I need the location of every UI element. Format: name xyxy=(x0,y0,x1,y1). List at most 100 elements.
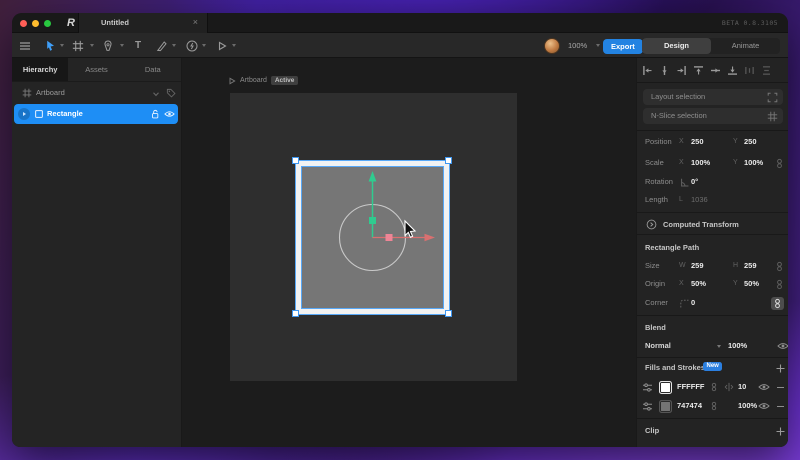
constrain-link-icon[interactable] xyxy=(774,279,785,290)
fill-color-swatch[interactable] xyxy=(659,399,672,413)
select-tool-caret-icon[interactable] xyxy=(60,44,64,47)
desktop-wallpaper: R Untitled × BETA 0.8.3105 T 100% Export… xyxy=(0,0,800,460)
stroke-hex-value[interactable]: FFFFFF xyxy=(677,380,705,394)
artboard-header[interactable]: Artboard Active xyxy=(228,75,299,86)
fill-opacity-input[interactable]: 100% xyxy=(738,399,757,413)
stroke-row[interactable]: FFFFFF 10 xyxy=(637,380,788,394)
size-w-input[interactable]: 259 xyxy=(691,259,704,273)
add-clip-icon[interactable] xyxy=(775,426,786,437)
remove-stroke-icon[interactable] xyxy=(775,382,786,393)
size-h-input[interactable]: 259 xyxy=(744,259,757,273)
canvas-viewport[interactable]: Artboard Active xyxy=(182,58,636,447)
file-tab[interactable]: Untitled × xyxy=(78,13,208,33)
export-button[interactable]: Export xyxy=(603,39,643,54)
tree-item-artboard[interactable]: Artboard xyxy=(12,82,181,104)
corner-input[interactable]: 0 xyxy=(691,296,695,310)
blend-opacity-input[interactable]: 100% xyxy=(728,339,747,353)
blend-mode-dropdown[interactable]: Normal xyxy=(645,339,671,353)
size-label: Size xyxy=(645,261,660,270)
distribute-vertical-icon[interactable] xyxy=(761,65,772,76)
artboard-name-label[interactable]: Artboard xyxy=(240,77,267,84)
align-horizontal-center-icon[interactable] xyxy=(659,65,670,76)
rotation-input[interactable]: 0° xyxy=(691,175,698,189)
play-tool-caret-icon[interactable] xyxy=(232,44,236,47)
tree-item-rectangle-selected[interactable]: Rectangle xyxy=(14,104,178,124)
align-right-icon[interactable] xyxy=(676,65,687,76)
fill-hex-value[interactable]: 747474 xyxy=(677,399,702,413)
tab-animate[interactable]: Animate xyxy=(711,38,780,54)
play-artboard-icon[interactable] xyxy=(228,77,236,85)
pen-tool-icon[interactable] xyxy=(102,39,114,52)
blend-row: Normal 100% xyxy=(637,339,788,353)
main-menu-icon[interactable] xyxy=(19,40,31,52)
tag-icon[interactable] xyxy=(166,88,176,98)
disclosure-icon[interactable] xyxy=(18,108,30,120)
zoom-caret-icon[interactable] xyxy=(596,44,600,47)
y-axis-label: Y xyxy=(733,138,738,145)
stroke-color-swatch[interactable] xyxy=(659,380,672,394)
align-vertical-center-icon[interactable] xyxy=(710,65,721,76)
text-tool-icon[interactable]: T xyxy=(135,33,141,58)
artboard-tool-icon[interactable] xyxy=(72,40,84,52)
minimize-window-button[interactable] xyxy=(32,19,39,27)
fill-row[interactable]: 747474 100% xyxy=(637,399,788,413)
scale-x-input[interactable]: 100% xyxy=(691,156,710,170)
stroke-width-icon xyxy=(724,382,734,392)
events-tool-caret-icon[interactable] xyxy=(202,44,206,47)
knife-tool-icon[interactable] xyxy=(156,40,168,52)
position-x-input[interactable]: 250 xyxy=(691,135,704,149)
select-tool-icon[interactable] xyxy=(44,40,56,52)
play-tool-icon[interactable] xyxy=(216,40,228,52)
link-icon[interactable] xyxy=(709,401,719,411)
tab-hierarchy[interactable]: Hierarchy xyxy=(12,58,69,81)
tab-close-icon[interactable]: × xyxy=(193,13,198,32)
scale-y-input[interactable]: 100% xyxy=(744,156,763,170)
remove-fill-icon[interactable] xyxy=(775,401,786,412)
layout-selection-button[interactable]: Layout selection xyxy=(643,89,783,105)
user-avatar[interactable] xyxy=(544,37,560,54)
computed-transform-section[interactable]: Computed Transform xyxy=(637,212,788,235)
eye-icon[interactable] xyxy=(164,110,174,120)
align-left-icon[interactable] xyxy=(642,65,653,76)
origin-x-input[interactable]: 50% xyxy=(691,277,706,291)
eye-icon[interactable] xyxy=(758,383,770,391)
link-icon[interactable] xyxy=(709,382,719,392)
zoom-level-control[interactable]: 100% xyxy=(568,33,587,58)
rotation-label: Rotation xyxy=(645,177,673,186)
chevron-down-icon[interactable] xyxy=(152,90,162,100)
selection-handle-bottom-right[interactable] xyxy=(445,310,452,317)
events-tool-icon[interactable] xyxy=(186,40,198,52)
tab-design[interactable]: Design xyxy=(642,38,711,54)
align-bottom-icon[interactable] xyxy=(727,65,738,76)
knife-tool-caret-icon[interactable] xyxy=(172,44,176,47)
position-y-input[interactable]: 250 xyxy=(744,135,757,149)
tab-data[interactable]: Data xyxy=(125,58,181,81)
artboard-tool-caret-icon[interactable] xyxy=(90,44,94,47)
selection-handle-top-right[interactable] xyxy=(445,157,452,164)
distribute-horizontal-icon[interactable] xyxy=(744,65,755,76)
zoom-window-button[interactable] xyxy=(44,19,51,27)
constrain-link-icon[interactable] xyxy=(774,261,785,272)
stroke-width-input[interactable]: 10 xyxy=(738,380,746,394)
selection-handle-top-left[interactable] xyxy=(292,157,299,164)
selection-handle-bottom-left[interactable] xyxy=(292,310,299,317)
add-fill-icon[interactable] xyxy=(775,363,786,374)
lock-icon[interactable] xyxy=(150,109,160,119)
clip-header: Clip xyxy=(637,424,788,438)
pen-tool-caret-icon[interactable] xyxy=(120,44,124,47)
close-window-button[interactable] xyxy=(20,19,27,27)
eye-icon[interactable] xyxy=(777,342,788,350)
hierarchy-panel: Hierarchy Assets Data Artboard Rectangle xyxy=(12,58,182,447)
nslice-selection-button[interactable]: N-Slice selection xyxy=(643,108,783,124)
eye-icon[interactable] xyxy=(758,402,770,410)
mixer-icon[interactable] xyxy=(642,382,653,393)
origin-y-input[interactable]: 50% xyxy=(744,277,759,291)
tab-assets[interactable]: Assets xyxy=(68,58,124,81)
constrain-link-icon[interactable] xyxy=(774,158,785,169)
l-axis-label: L xyxy=(679,196,683,203)
align-top-icon[interactable] xyxy=(693,65,704,76)
per-corner-toggle-button[interactable] xyxy=(771,296,784,310)
selected-rectangle-shape[interactable] xyxy=(295,160,450,315)
dropdown-caret-icon[interactable] xyxy=(717,344,721,348)
mixer-icon[interactable] xyxy=(642,401,653,412)
